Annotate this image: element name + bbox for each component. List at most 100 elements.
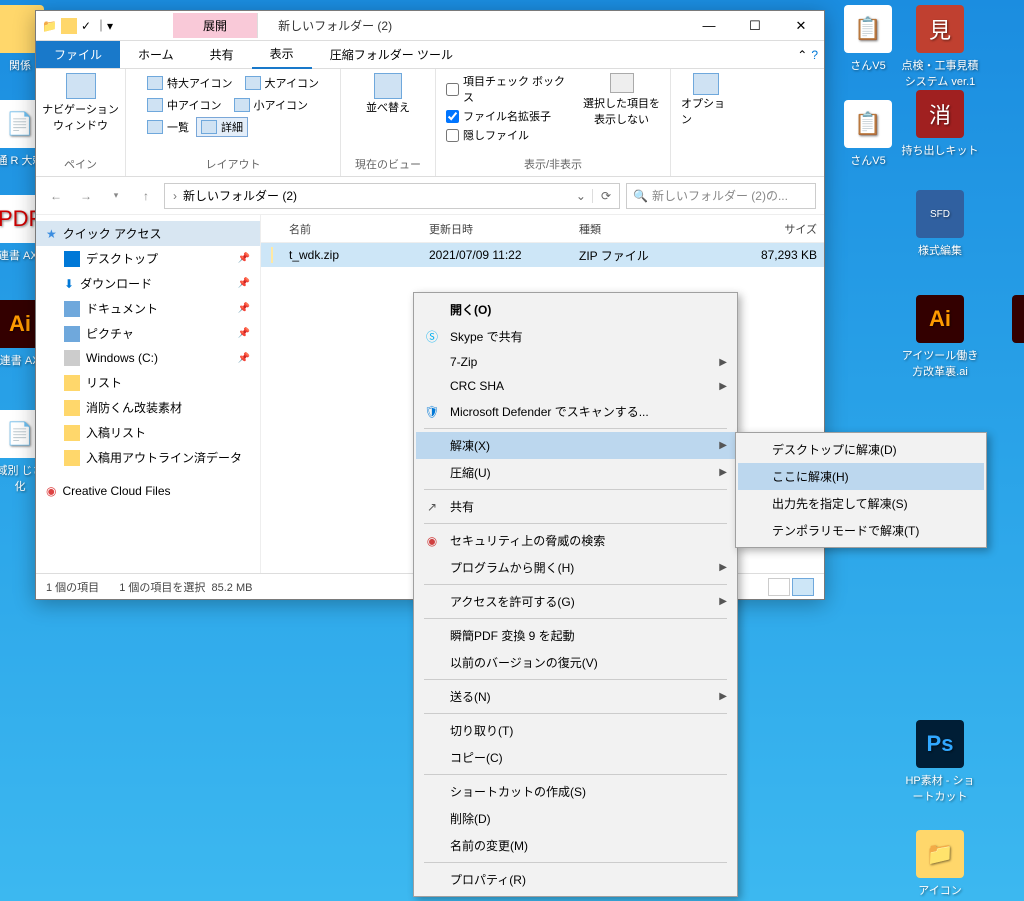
up-button[interactable]: ↑: [134, 184, 158, 208]
desktop-icon[interactable]: 📋さんV5: [828, 5, 908, 73]
menu-shortcut[interactable]: ショートカットの作成(S): [416, 778, 735, 805]
menu-pdf[interactable]: 瞬簡PDF 変換 9 を起動: [416, 622, 735, 649]
tree-downloads[interactable]: ⬇ダウンロード📌: [36, 271, 260, 296]
address-dropdown-icon[interactable]: ⌄: [576, 189, 586, 203]
menubar: ファイル ホーム 共有 表示 圧縮フォルダー ツール ⌃?: [36, 41, 824, 69]
menu-sendto[interactable]: 送る(N)▶: [416, 683, 735, 710]
minimize-button[interactable]: —: [686, 11, 732, 41]
menu-threat[interactable]: ◉セキュリティ上の脅威の検索: [416, 527, 735, 554]
tab-expand[interactable]: 展開: [173, 13, 258, 38]
menu-open[interactable]: 開く(O): [416, 296, 735, 323]
opt-checkbox[interactable]: 項目チェック ボックス: [446, 73, 573, 105]
tree-desktop[interactable]: デスクトップ📌: [36, 246, 260, 271]
submenu-here[interactable]: ここに解凍(H): [738, 463, 984, 490]
menu-prevver[interactable]: 以前のバージョンの復元(V): [416, 649, 735, 676]
menu-7zip[interactable]: 7-Zip▶: [416, 350, 735, 374]
navpane-label[interactable]: ナビゲーション ウィンドウ: [42, 101, 119, 133]
tree-folder[interactable]: 入稿用アウトライン済データ: [36, 445, 260, 470]
status-selection: 1 個の項目を選択 85.2 MB: [119, 579, 252, 595]
qa-icon[interactable]: [61, 18, 77, 34]
desktop-icon[interactable]: SFD様式編集: [900, 190, 980, 258]
pin-icon: 📌: [238, 353, 250, 364]
navigation-tree[interactable]: ★クイック アクセス デスクトップ📌 ⬇ダウンロード📌 ドキュメント📌 ピクチャ…: [36, 215, 261, 573]
forward-button[interactable]: →: [74, 184, 98, 208]
separator: [424, 489, 727, 490]
opt-hidden[interactable]: 隠しファイル: [446, 127, 573, 143]
chevron-right-icon: ▶: [719, 440, 727, 451]
tab-file[interactable]: ファイル: [36, 41, 120, 68]
pin-icon: 📌: [238, 303, 250, 314]
search-input[interactable]: 🔍 新しいフォルダー (2)の...: [626, 183, 816, 209]
ribbon: ナビゲーション ウィンドウ ペイン 特大アイコン 大アイコン 中アイコン 小アイ…: [36, 69, 824, 177]
desktop-icon[interactable]: 📋さんV5: [828, 100, 908, 168]
submenu-temp[interactable]: テンポラリモードで解凍(T): [738, 517, 984, 544]
col-size[interactable]: サイズ: [723, 221, 823, 237]
menu-access[interactable]: アクセスを許可する(G)▶: [416, 588, 735, 615]
desktop-icon[interactable]: 消持ち出しキット: [900, 90, 980, 158]
ribbon-collapse-icon[interactable]: ⌃: [797, 48, 807, 62]
col-date[interactable]: 更新日時: [423, 221, 573, 237]
zip-icon: [271, 247, 273, 263]
history-dropdown[interactable]: ▾: [104, 184, 128, 208]
close-button[interactable]: ✕: [778, 11, 824, 41]
address-input[interactable]: › 新しいフォルダー (2) ⌄ ⟳: [164, 183, 620, 209]
help-icon[interactable]: ?: [811, 48, 818, 62]
tab-view[interactable]: 表示: [252, 40, 312, 69]
sort-icon[interactable]: [374, 73, 402, 99]
drive-icon: [64, 350, 80, 366]
threat-icon: ◉: [424, 533, 440, 549]
desktop-icon[interactable]: Aiアイツール働き方改革裏.ai: [900, 295, 980, 379]
navpane-icon[interactable]: [66, 73, 96, 99]
desktop-icon[interactable]: 📁アイコン: [900, 830, 980, 898]
menu-copy[interactable]: コピー(C): [416, 744, 735, 771]
tree-folder[interactable]: リスト: [36, 370, 260, 395]
menu-defender[interactable]: 🛡Microsoft Defender でスキャンする...: [416, 398, 735, 425]
options-label[interactable]: オプション: [681, 95, 731, 127]
tab-share[interactable]: 共有: [192, 41, 252, 68]
hide-selected[interactable]: 選択した項目を 表示しない: [583, 73, 660, 127]
menu-rename[interactable]: 名前の変更(M): [416, 832, 735, 859]
tree-cdrive[interactable]: Windows (C:)📌: [36, 346, 260, 370]
column-headers[interactable]: 名前 更新日時 種類 サイズ: [261, 215, 824, 243]
layout-large[interactable]: 大アイコン: [240, 73, 324, 93]
col-name[interactable]: 名前: [283, 221, 423, 237]
maximize-button[interactable]: ☐: [732, 11, 778, 41]
view-icons-button[interactable]: [768, 578, 790, 596]
layout-detail[interactable]: 詳細: [196, 117, 248, 137]
refresh-icon[interactable]: ⟳: [592, 189, 611, 203]
tree-pictures[interactable]: ピクチャ📌: [36, 321, 260, 346]
menu-openwith[interactable]: プログラムから開く(H)▶: [416, 554, 735, 581]
tab-ziptool[interactable]: 圧縮フォルダー ツール: [312, 41, 471, 68]
checkmark-icon[interactable]: ✓: [81, 19, 91, 33]
menu-share[interactable]: ↗共有: [416, 493, 735, 520]
col-type[interactable]: 種類: [573, 221, 723, 237]
layout-list[interactable]: 一覧: [142, 117, 194, 137]
menu-skype[interactable]: ⓈSkype で共有: [416, 323, 735, 350]
tree-documents[interactable]: ドキュメント📌: [36, 296, 260, 321]
menu-extract[interactable]: 解凍(X)▶: [416, 432, 735, 459]
submenu-desktop[interactable]: デスクトップに解凍(D): [738, 436, 984, 463]
submenu-specify[interactable]: 出力先を指定して解凍(S): [738, 490, 984, 517]
menu-delete[interactable]: 削除(D): [416, 805, 735, 832]
tree-folder[interactable]: 消防くん改装素材: [36, 395, 260, 420]
menu-props[interactable]: プロパティ(R): [416, 866, 735, 893]
menu-crc[interactable]: CRC SHA▶: [416, 374, 735, 398]
opt-ext[interactable]: ファイル名拡張子: [446, 108, 573, 124]
layout-xlarge[interactable]: 特大アイコン: [142, 73, 237, 93]
desktop-icon[interactable]: PsHP素材 - ショートカット: [900, 720, 980, 804]
file-row[interactable]: t_wdk.zip 2021/07/09 11:22 ZIP ファイル 87,2…: [261, 243, 824, 267]
desktop-icon[interactable]: Ai超: [996, 295, 1024, 363]
menu-compress[interactable]: 圧縮(U)▶: [416, 459, 735, 486]
layout-small[interactable]: 小アイコン: [229, 95, 313, 115]
tree-cc[interactable]: ◉Creative Cloud Files: [36, 480, 260, 502]
layout-medium[interactable]: 中アイコン: [142, 95, 226, 115]
tab-home[interactable]: ホーム: [120, 41, 192, 68]
tree-folder[interactable]: 入稿リスト: [36, 420, 260, 445]
back-button[interactable]: ←: [44, 184, 68, 208]
options-icon[interactable]: [693, 73, 719, 95]
view-details-button[interactable]: [792, 578, 814, 596]
desktop-icon[interactable]: 見点検・工事見積システム ver.1: [900, 5, 980, 89]
tree-quick-access[interactable]: ★クイック アクセス: [36, 221, 260, 246]
sort-label[interactable]: 並べ替え: [366, 99, 410, 115]
menu-cut[interactable]: 切り取り(T): [416, 717, 735, 744]
